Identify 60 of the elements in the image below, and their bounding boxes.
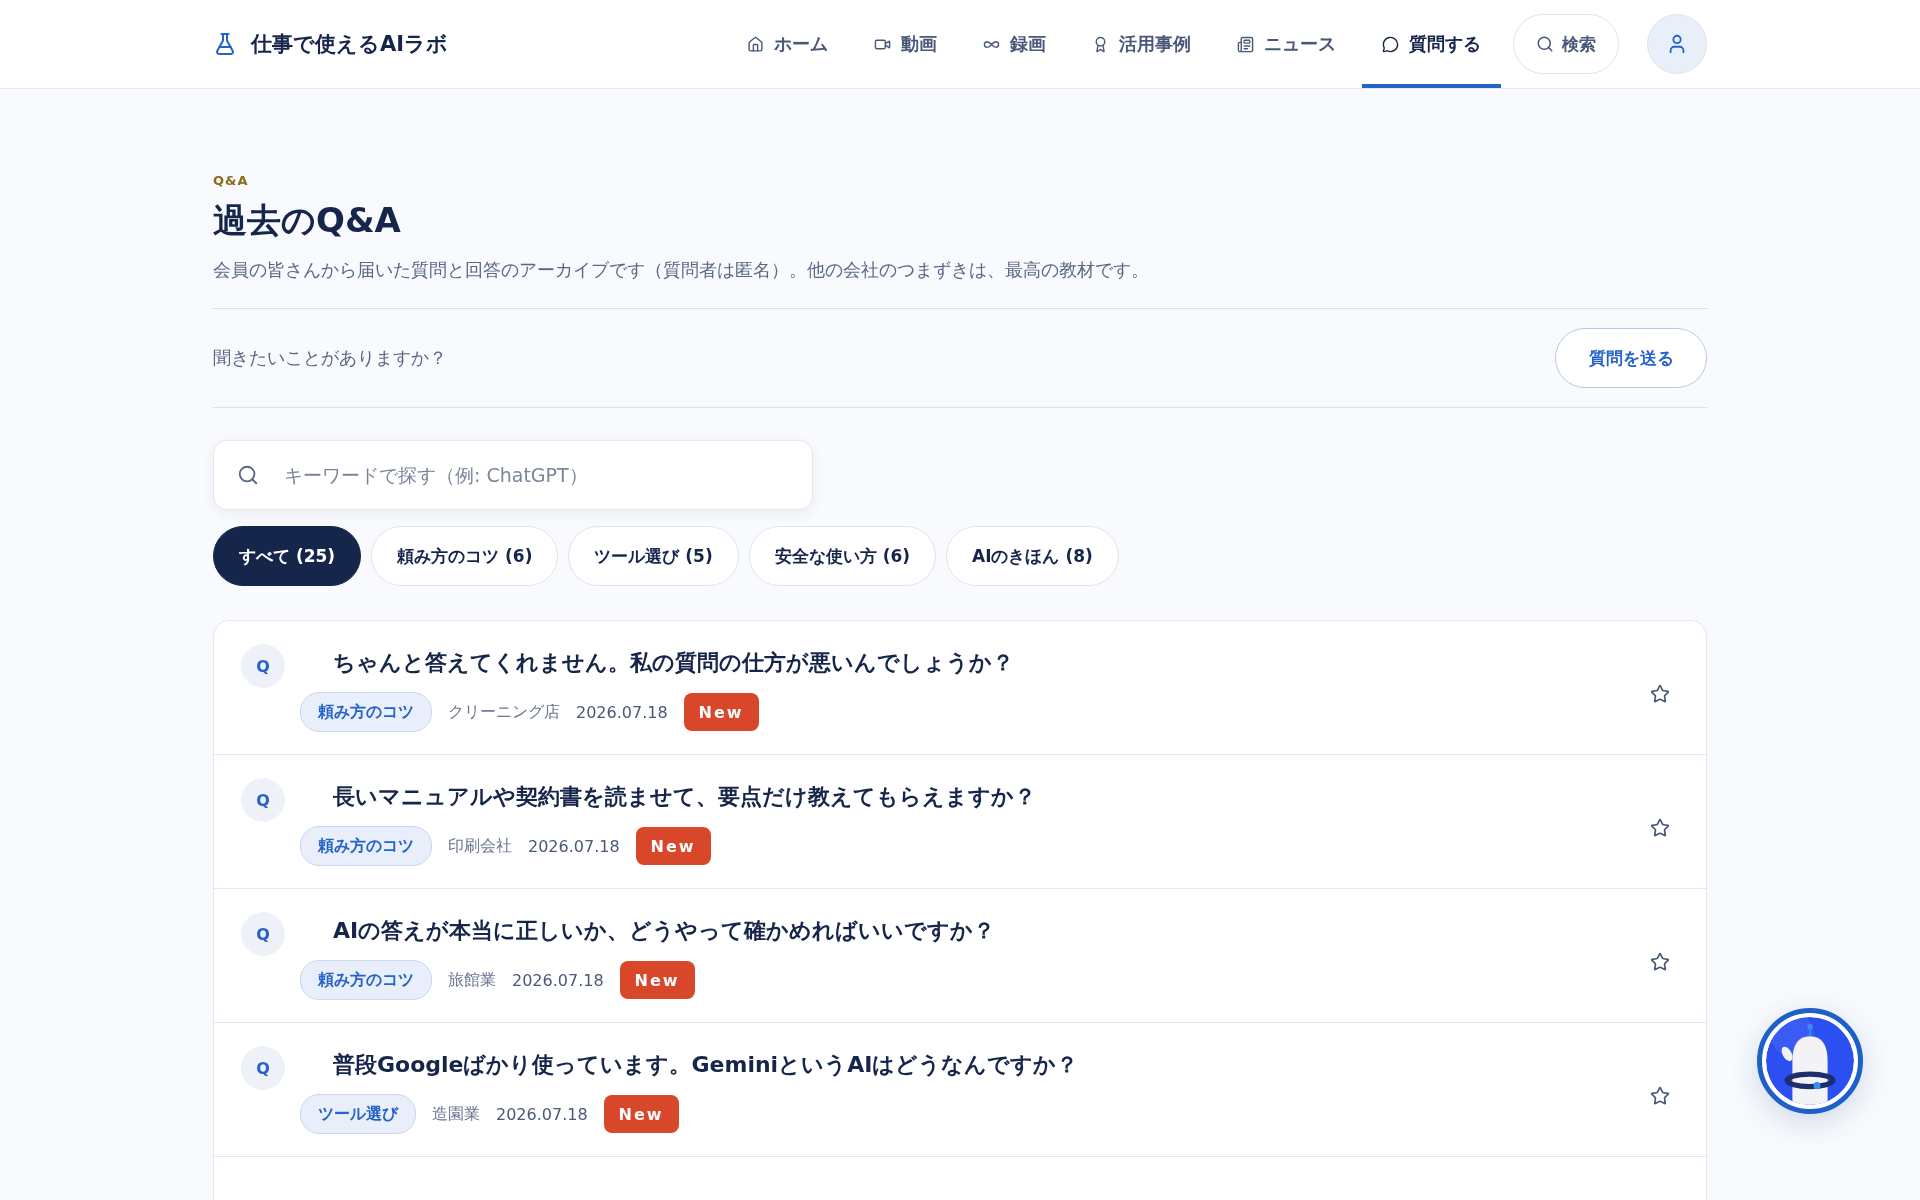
date-text: 2026.07.18 bbox=[576, 702, 668, 722]
flask-icon bbox=[213, 32, 237, 56]
q-badge: Q bbox=[241, 778, 285, 822]
nav-link[interactable]: ホーム bbox=[727, 0, 848, 88]
q-badge: Q bbox=[241, 912, 285, 956]
send-question-button[interactable]: 質問を送る bbox=[1555, 328, 1707, 388]
search-icon bbox=[1536, 35, 1554, 53]
nav-link[interactable]: ニュース bbox=[1217, 0, 1356, 88]
nav-link[interactable]: 活用事例 bbox=[1072, 0, 1211, 88]
filter-chip[interactable]: すべて (25) bbox=[213, 526, 362, 586]
favorite-button[interactable] bbox=[1650, 818, 1670, 838]
question-title[interactable]: ちゃんと答えてくれません。私の質問の仕方が悪いんでしょうか？ bbox=[333, 648, 1620, 678]
nav-link[interactable]: 質問する bbox=[1362, 0, 1501, 88]
search-field[interactable]: キーワードで探す（例: ChatGPT） bbox=[213, 440, 813, 510]
date-text: 2026.07.18 bbox=[528, 836, 620, 856]
nav-link[interactable]: 動画 bbox=[854, 0, 957, 88]
filter-chip[interactable]: ツール選び (5) bbox=[568, 526, 739, 586]
filter-chip[interactable]: 頼み方のコツ (6) bbox=[371, 526, 559, 586]
filter-chip[interactable]: 安全な使い方 (6) bbox=[748, 526, 936, 586]
ask-prompt: 聞きたいことがありますか？ bbox=[213, 346, 447, 370]
question-row[interactable]: Q 長いマニュアルや契約書を読ませて、要点だけ教えてもらえますか？ 頼み方のコツ 印刷会社 2026.07.18 New bbox=[214, 755, 1706, 889]
chat-icon bbox=[1382, 35, 1399, 53]
new-badge: New bbox=[603, 1095, 679, 1133]
home-icon bbox=[747, 35, 764, 53]
industry-text: 印刷会社 bbox=[448, 835, 512, 857]
site-logo[interactable]: 仕事で使えるAIラボ bbox=[251, 30, 449, 58]
category-tag: 頼み方のコツ bbox=[300, 826, 432, 866]
category-tag: ツール選び bbox=[300, 1094, 416, 1134]
new-badge: New bbox=[683, 693, 759, 731]
date-text: 2026.07.18 bbox=[496, 1104, 588, 1124]
new-badge: New bbox=[635, 827, 711, 865]
favorite-button[interactable] bbox=[1650, 952, 1670, 972]
q-badge: Q bbox=[241, 1046, 285, 1090]
star-icon bbox=[1650, 1086, 1670, 1106]
section-label: Q&A bbox=[213, 173, 250, 188]
question-title[interactable]: 長いマニュアルや契約書を読ませて、要点だけ教えてもらえますか？ bbox=[333, 782, 1620, 812]
nav-link[interactable]: 録画 bbox=[963, 0, 1066, 88]
search-button[interactable]: 検索 bbox=[1513, 14, 1619, 74]
favorite-button[interactable] bbox=[1650, 1086, 1670, 1106]
industry-text: 旅館業 bbox=[448, 969, 496, 991]
question-title[interactable]: 普段Googleばかり使っています。GeminiというAIはどうなんですか？ bbox=[333, 1050, 1620, 1080]
star-icon bbox=[1650, 952, 1670, 972]
q-badge: Q bbox=[241, 644, 285, 688]
question-row[interactable]: Q AIの答えが本当に正しいか、どうやって確かめればいいですか？ 頼み方のコツ 旅館業 2026.07.18 New bbox=[214, 889, 1706, 1023]
newspaper-icon bbox=[1237, 35, 1254, 53]
category-tag: 頼み方のコツ bbox=[300, 692, 432, 732]
category-tag: 頼み方のコツ bbox=[300, 960, 432, 1000]
industry-text: 造園業 bbox=[432, 1103, 480, 1125]
page-description: 会員の皆さんから届いた質問と回答のアーカイブです（質問者は匿名）。他の会社のつまずきは、最高の教材です。 bbox=[213, 258, 1150, 282]
page-title: 過去のQ&A bbox=[213, 199, 402, 242]
star-icon bbox=[1650, 684, 1670, 704]
star-icon bbox=[1650, 818, 1670, 838]
favorite-button[interactable] bbox=[1650, 684, 1670, 704]
question-row[interactable]: Q 普段Googleばかり使っています。GeminiというAIはどうなんですか？ ツール選び 造園業 2026.07.18 New bbox=[214, 1023, 1706, 1157]
industry-text: クリーニング店 bbox=[448, 701, 560, 723]
filter-chip[interactable]: AIのきほん (8) bbox=[946, 526, 1119, 586]
question-row[interactable]: Q ちゃんと答えてくれません。私の質問の仕方が悪いんでしょうか？ 頼み方のコツ クリーニング店 2026.07.18 New bbox=[214, 621, 1706, 755]
question-title[interactable]: AIの答えが本当に正しいか、どうやって確かめればいいですか？ bbox=[333, 916, 1620, 946]
new-badge: New bbox=[619, 961, 695, 999]
date-text: 2026.07.18 bbox=[512, 970, 604, 990]
